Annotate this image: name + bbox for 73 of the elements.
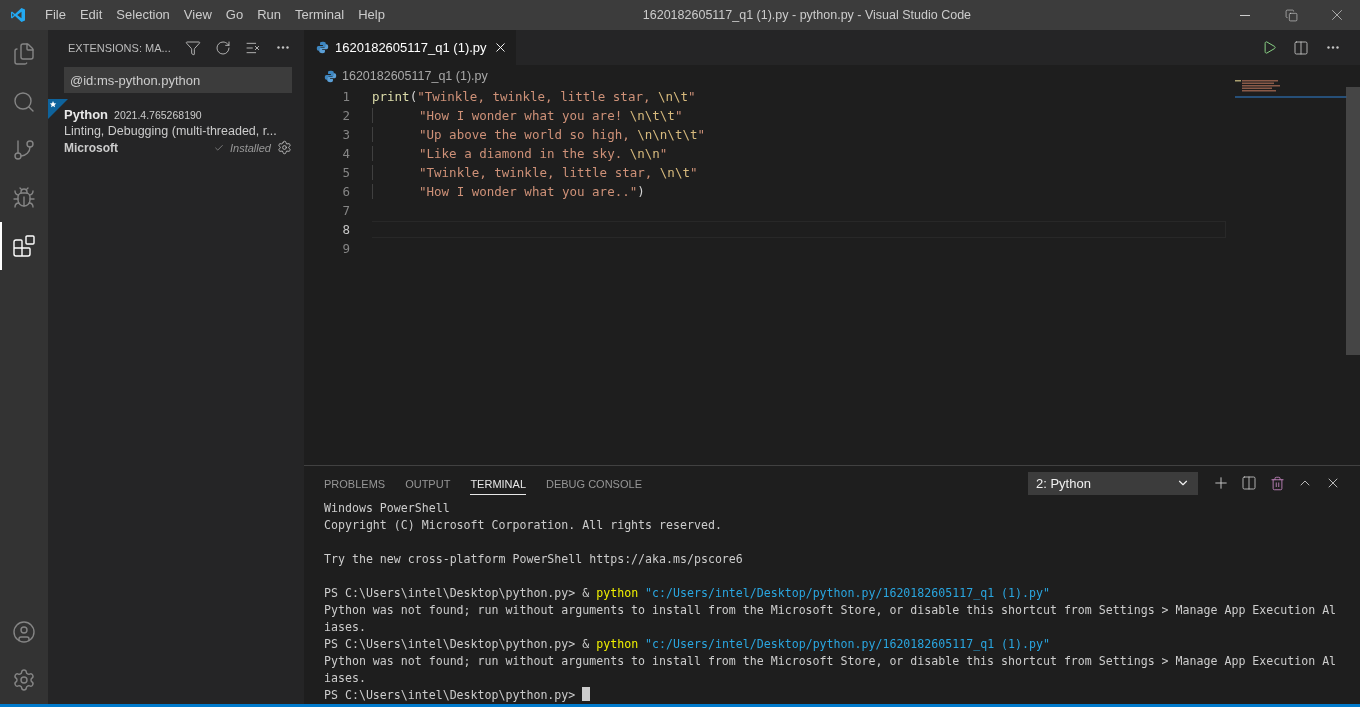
panel-tab[interactable]: DEBUG CONSOLE: [546, 471, 642, 495]
scrollbar[interactable]: [1346, 87, 1360, 355]
terminal-line: iases.: [324, 671, 366, 685]
trash-icon: [1269, 475, 1285, 491]
line-number: 6: [341, 184, 350, 199]
restore-icon: [1284, 8, 1298, 22]
line-number: 3: [341, 127, 350, 142]
code-line: "How I wonder what you are.."): [372, 184, 645, 199]
menu-item[interactable]: Help: [351, 0, 392, 30]
menu-item[interactable]: Run: [250, 0, 288, 30]
play-icon: [1261, 40, 1277, 55]
panel-tab[interactable]: TERMINAL: [470, 471, 526, 495]
extension-name: Python: [64, 107, 109, 122]
panel-tab[interactable]: PROBLEMS: [324, 471, 386, 495]
branch-icon: [12, 138, 36, 162]
line-number: 1: [341, 89, 350, 104]
bug-icon: [12, 186, 36, 210]
code-line: "Like a diamond in the sky. \n\n": [372, 146, 668, 161]
menu-item[interactable]: View: [176, 0, 219, 30]
code-line: print("Twinkle, twinkle, little star, \n\t": [372, 89, 696, 104]
install-status: Installed: [230, 141, 271, 154]
check-icon: [214, 142, 224, 153]
terminal-line: Copyright (C) Microsoft Corporation. All rights reserved.: [324, 518, 722, 532]
line-number: 7: [341, 203, 350, 218]
account-icon: [12, 620, 36, 644]
terminal-line: iases.: [324, 620, 366, 634]
settings-icon: [12, 668, 36, 692]
split-icon: [1293, 39, 1309, 56]
code-line: "Twinkle, twinkle, little star, \n\t": [372, 165, 698, 180]
code-line: "How I wonder what you are! \n\t\t": [372, 108, 683, 123]
more-icon: [277, 46, 289, 49]
terminal-line: PS C:\Users\intel\Desktop\python.py>: [324, 688, 577, 702]
extension-description: Linting, Debugging (multi-threaded, r...: [64, 124, 278, 138]
python-file-icon: [316, 41, 329, 54]
app-logo-icon: [10, 7, 26, 23]
terminal-select[interactable]: 2: Python: [1028, 471, 1198, 495]
menu-item[interactable]: Terminal: [288, 0, 352, 30]
breadcrumb[interactable]: 1620182605117_q1 (1).py: [342, 69, 488, 83]
filter-icon: [185, 39, 201, 56]
extension-publisher: Microsoft: [64, 140, 119, 155]
menu-item[interactable]: File: [38, 0, 73, 30]
sidebar-title: EXTENSIONS: MA...: [68, 41, 172, 54]
extensions-icon: [12, 234, 36, 258]
minimize-icon: [1240, 14, 1250, 16]
editor-tab[interactable]: 1620182605117_q1 (1).py: [304, 30, 516, 65]
plus-icon: [1212, 474, 1230, 492]
python-file-icon: [324, 69, 337, 83]
menu-item[interactable]: Edit: [72, 0, 110, 30]
line-number: 2: [341, 108, 350, 123]
terminal-cursor: [582, 687, 591, 701]
terminal-line: PS C:\Users\intel\Desktop\python.py> & python "c:/Users/intel/Desktop/python.py/1620182605117_q1 (1).py": [324, 586, 1050, 600]
menu-item[interactable]: Go: [218, 0, 251, 30]
terminal-line: Try the new cross-platform PowerShell https://aka.ms/pscore6: [324, 552, 743, 566]
menu-item[interactable]: Selection: [109, 0, 177, 30]
line-number: 9: [341, 241, 350, 256]
search-icon: [12, 90, 36, 114]
panel-tab[interactable]: OUTPUT: [405, 471, 451, 495]
line-number: 4: [341, 146, 350, 161]
window-title: 1620182605117_q1 (1).py - python.py - Visual Studio Code: [641, 8, 973, 22]
terminal-line: Python was not found; run without arguments to install from the Microsoft Store, or disable this shortcut from Settings > Manage App Execution Al: [324, 603, 1337, 617]
code-line: "Up above the world so high, \n\n\t\t": [372, 127, 705, 142]
terminal-line: Python was not found; run without arguments to install from the Microsoft Store, or disable this shortcut from Settings > Manage App Execution Al: [324, 654, 1337, 668]
line-number: 5: [341, 165, 350, 180]
split-icon: [1241, 475, 1257, 491]
extension-version: 2021.4.765268190: [114, 108, 202, 121]
terminal-line: Windows PowerShell: [324, 501, 450, 515]
refresh-icon: [215, 39, 231, 56]
terminal-line: PS C:\Users\intel\Desktop\python.py> & python "c:/Users/intel/Desktop/python.py/1620182605117_q1 (1).py": [324, 637, 1050, 651]
more-icon: [1327, 46, 1339, 49]
line-number: 8: [341, 222, 350, 237]
settings-icon[interactable]: [277, 140, 292, 155]
search-field[interactable]: @id:ms-python.python: [64, 67, 292, 93]
files-icon: [12, 42, 36, 66]
